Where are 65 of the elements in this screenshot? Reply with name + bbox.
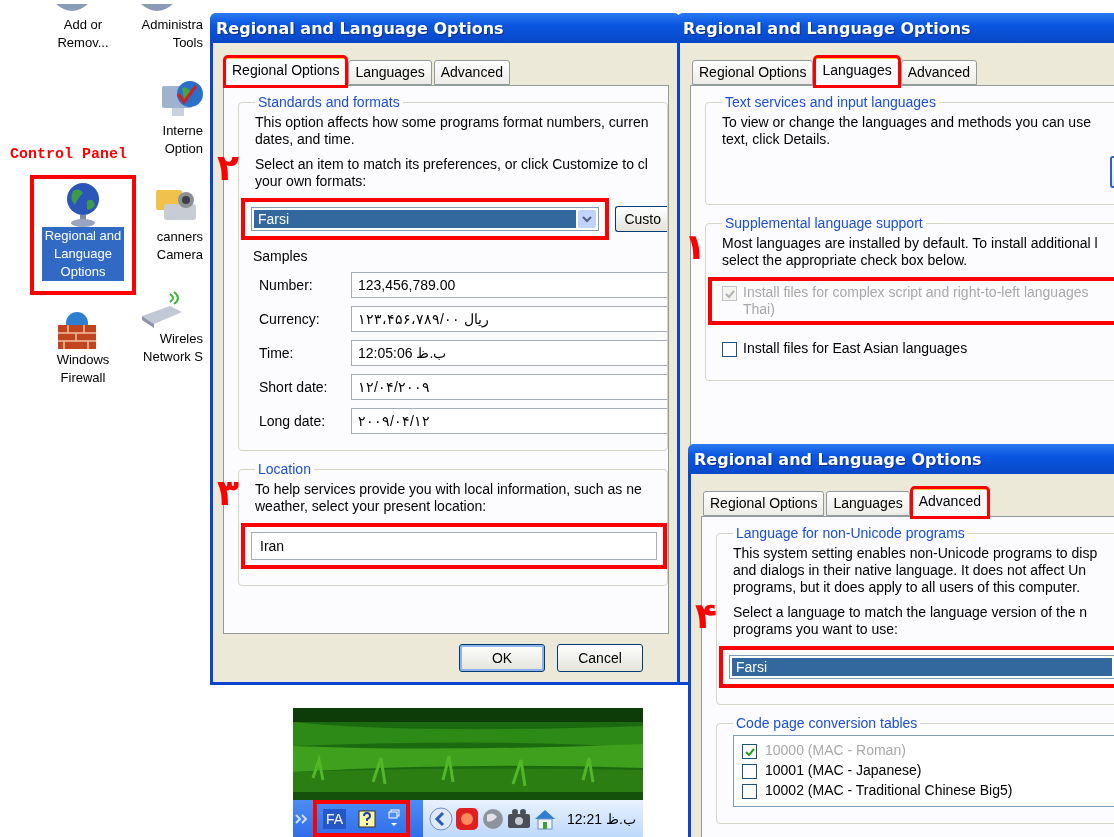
tab[interactable]: Languages bbox=[826, 491, 910, 516]
checkbox[interactable] bbox=[742, 784, 757, 799]
sample-field: 12:05:06 ب.ظ bbox=[351, 340, 667, 366]
window-title: Regional and Language Options bbox=[216, 18, 504, 38]
tab[interactable]: Advanced bbox=[900, 60, 977, 85]
step-number: ۱ bbox=[684, 229, 706, 265]
group-title: Standards and formats bbox=[257, 94, 401, 110]
description-text: This system setting enables non-Unicode programs to disp and dialogs in their native language. It does not affect Un programs, but it does apply to all users of this computer. bbox=[733, 545, 1099, 596]
step-number: ۴ bbox=[695, 598, 717, 634]
group-title: Language for non-Unicode programs bbox=[735, 525, 966, 541]
home-icon[interactable] bbox=[533, 807, 557, 830]
dropdown[interactable]: Farsi bbox=[251, 207, 600, 231]
sample-label: Time: bbox=[258, 345, 295, 361]
icon-label[interactable]: Wireles Network S bbox=[140, 330, 206, 366]
window-title: Regional and Language Options bbox=[683, 18, 971, 38]
icon-label[interactable]: Add or Remov... bbox=[54, 16, 112, 52]
dropdown[interactable]: Farsi bbox=[729, 655, 1114, 679]
tray-icon[interactable] bbox=[455, 806, 479, 831]
tab[interactable]: Advanced bbox=[911, 488, 988, 517]
group-title: Supplemental language support bbox=[724, 215, 924, 231]
list-item[interactable]: 10001 (MAC - Japanese) bbox=[765, 762, 922, 779]
step-number: ۲ bbox=[217, 150, 239, 186]
language-indicator[interactable]: FA bbox=[323, 808, 347, 829]
sample-field: ۲۰۰۹/۰۴/۱۲ bbox=[351, 408, 667, 434]
group-title: Location bbox=[257, 461, 312, 477]
restore-icon[interactable] bbox=[388, 808, 401, 829]
list-item[interactable]: 10002 (MAC - Traditional Chinese Big5) bbox=[765, 782, 1013, 799]
tab[interactable]: Advanced bbox=[433, 60, 510, 85]
description-text: To view or change the languages and methods you can use text, click Details. bbox=[722, 114, 1092, 148]
control-panel-heading: Control Panel bbox=[10, 146, 129, 163]
icon-label[interactable]: Administra Tools bbox=[138, 16, 206, 52]
group-title: Text services and input languages bbox=[724, 94, 937, 110]
sample-field: ۱۲/۰۴/۲۰۰۹ bbox=[351, 374, 667, 400]
help-icon[interactable] bbox=[358, 809, 377, 828]
icon-label[interactable]: Windows Firewall bbox=[53, 351, 113, 387]
checkbox-label: Install files for complex script and right-to-left languages Thai) bbox=[743, 284, 1089, 318]
location-field[interactable]: Iran bbox=[251, 532, 657, 560]
description-text: This option affects how some programs format numbers, curren dates, and time. bbox=[255, 114, 650, 148]
tab[interactable]: Languages bbox=[815, 57, 899, 86]
sample-label: Currency: bbox=[258, 311, 321, 327]
checkbox[interactable] bbox=[722, 342, 737, 357]
checkbox-label: Install files for East Asian languages bbox=[743, 340, 968, 357]
clock: 12:21 ب.ظ bbox=[567, 810, 636, 827]
checkbox[interactable] bbox=[742, 764, 757, 779]
samples-label: Samples bbox=[253, 248, 309, 264]
camera-icon[interactable] bbox=[507, 807, 531, 830]
customize-button[interactable]: Custo bbox=[615, 206, 667, 232]
window-title: Regional and Language Options bbox=[694, 449, 982, 469]
icon-label[interactable]: canners Camera bbox=[153, 228, 206, 264]
dialog-button[interactable]: OK bbox=[459, 644, 545, 672]
chevron-icon[interactable] bbox=[295, 812, 309, 825]
tab[interactable]: Regional Options bbox=[225, 57, 347, 86]
step-number: ۳ bbox=[217, 475, 239, 511]
tab[interactable]: Regional Options bbox=[692, 60, 814, 85]
sample-label: Short date: bbox=[258, 379, 329, 395]
dialog-button[interactable]: Cancel bbox=[557, 644, 643, 672]
sample-label: Number: bbox=[258, 277, 314, 293]
icon-label[interactable]: Regional and Language Options bbox=[41, 227, 125, 281]
sample-label: Long date: bbox=[258, 413, 327, 429]
group-title: Code page conversion tables bbox=[735, 715, 919, 731]
sample-field: ۱۲۳،۴۵۶،۷۸۹/۰۰ ریال bbox=[351, 306, 667, 332]
sample-field: 123,456,789.00 bbox=[351, 272, 667, 298]
icon-label[interactable]: Interne Option bbox=[159, 122, 206, 158]
tab[interactable]: Languages bbox=[348, 60, 432, 85]
tab[interactable]: Regional Options bbox=[703, 491, 825, 516]
